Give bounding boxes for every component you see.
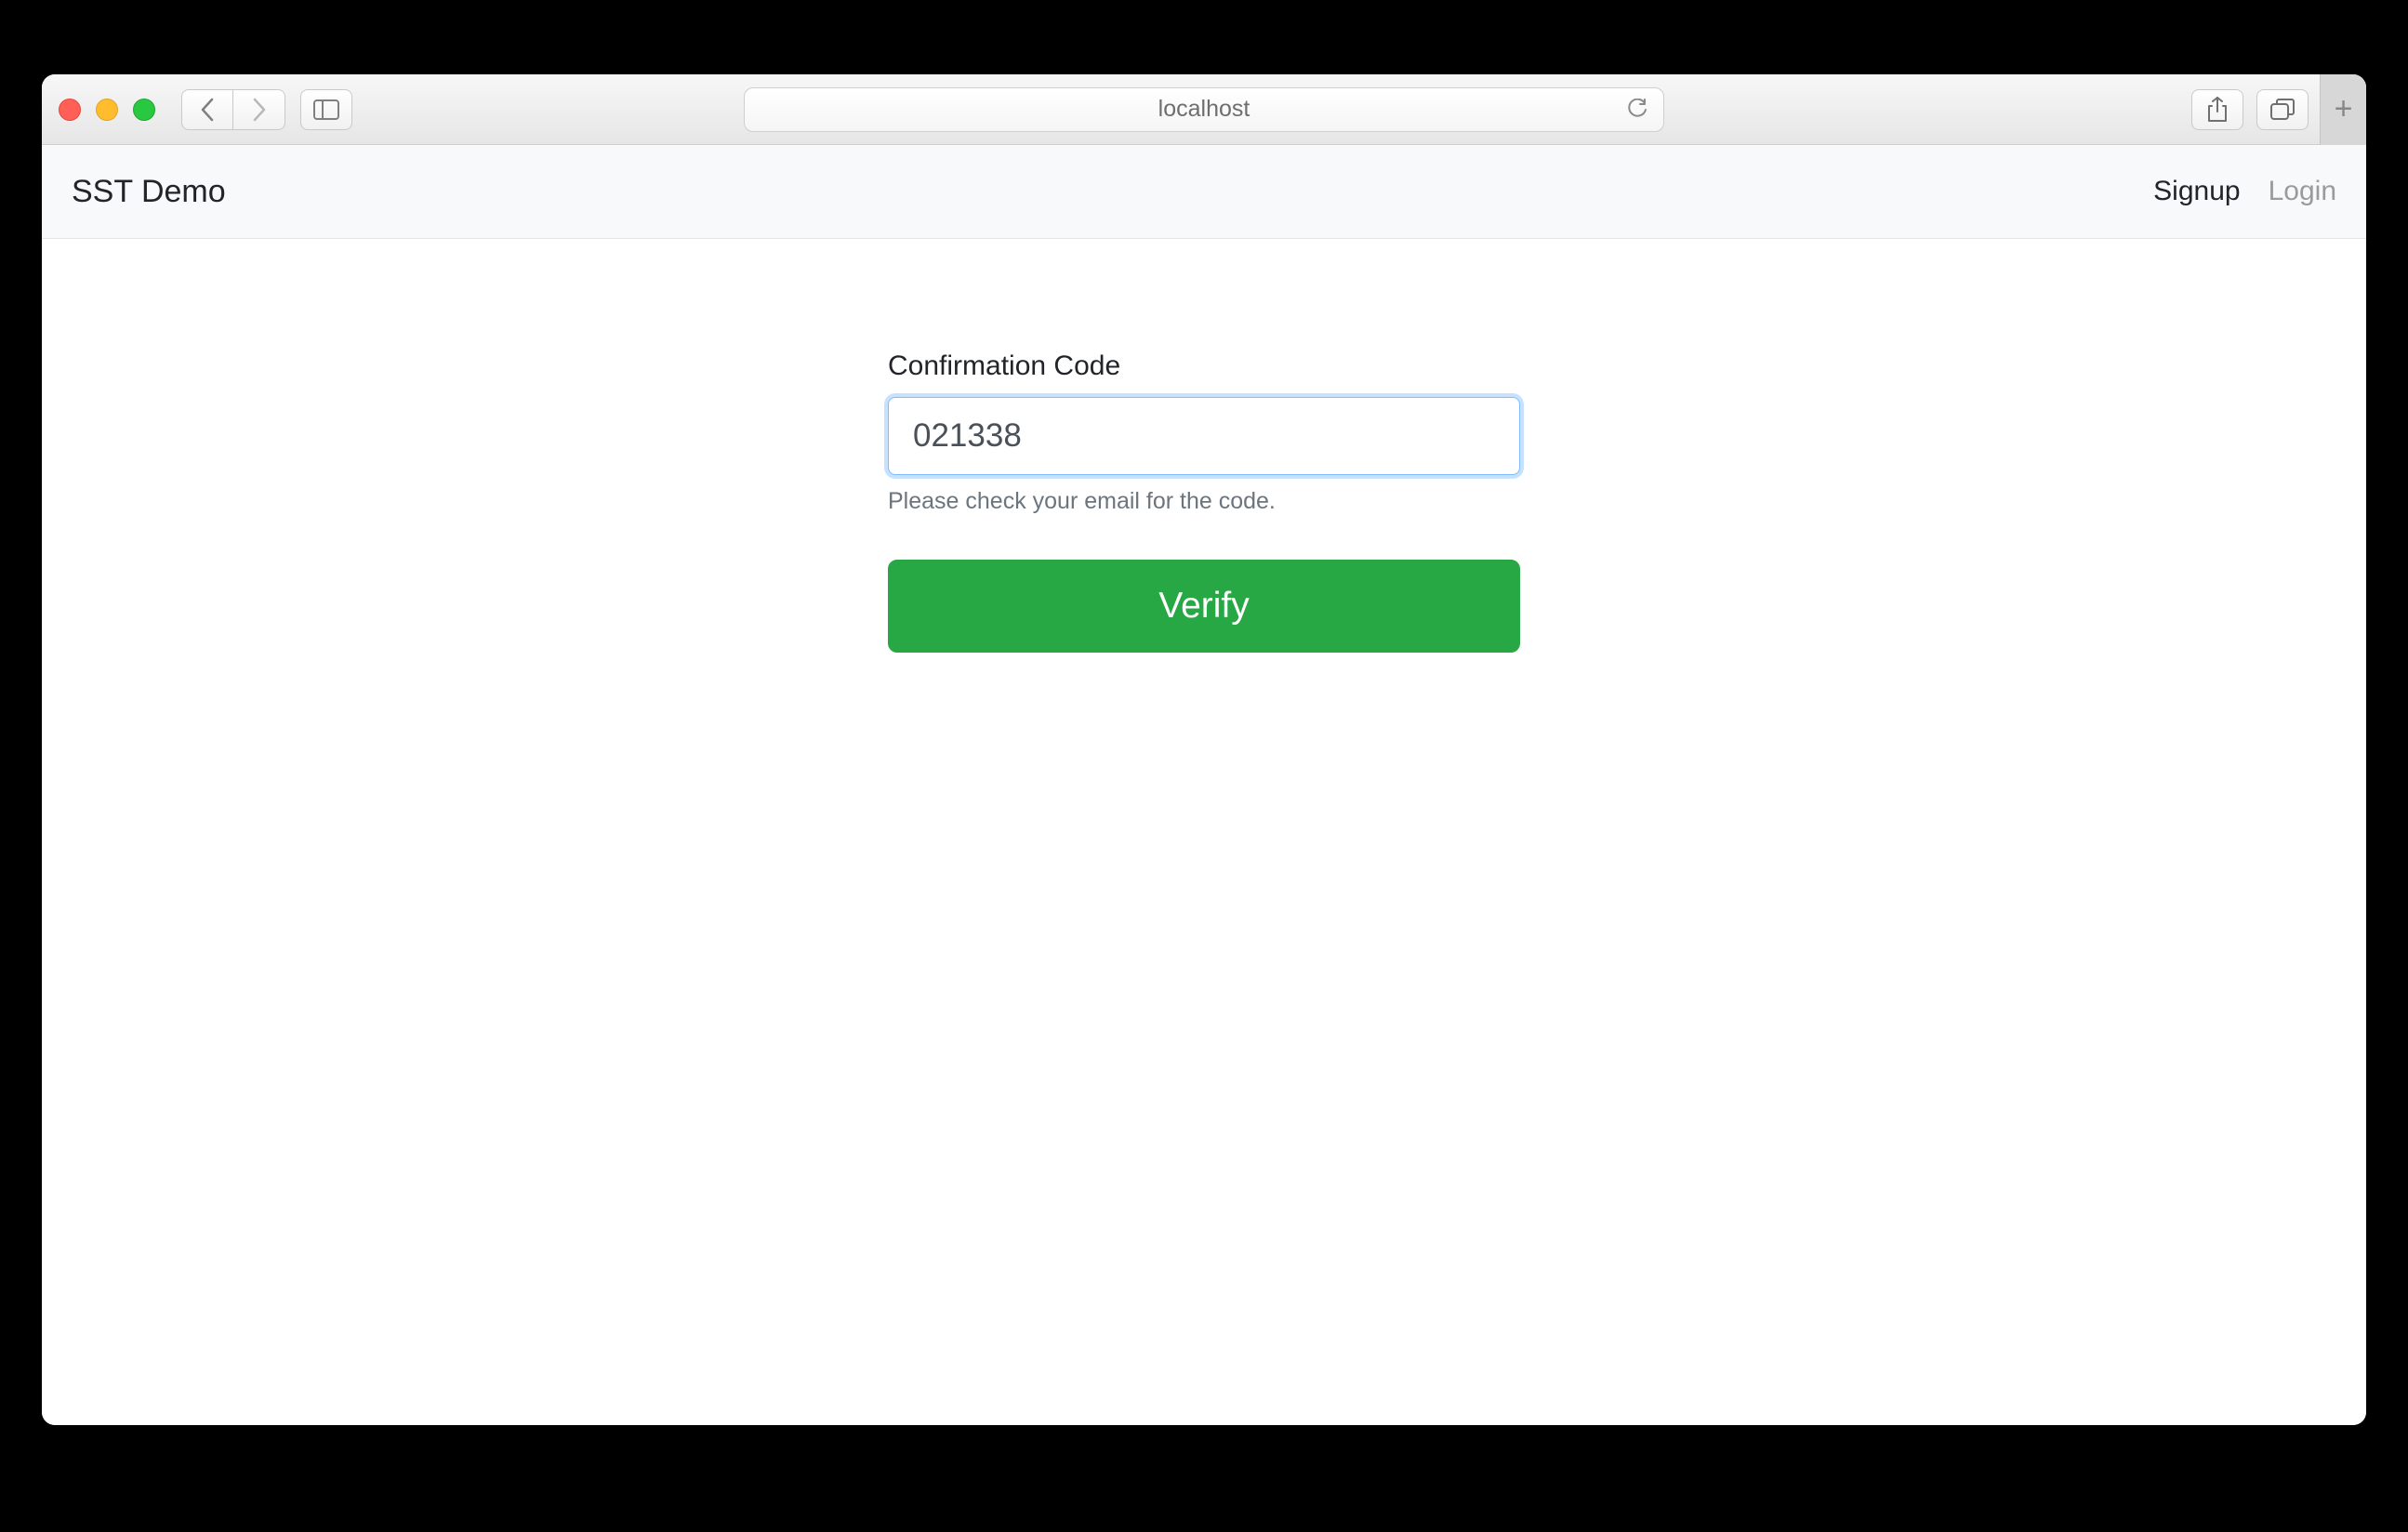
sidebar-toggle-button[interactable] xyxy=(300,89,352,130)
confirmation-code-label: Confirmation Code xyxy=(888,350,1520,382)
login-link[interactable]: Login xyxy=(2269,176,2336,207)
address-bar[interactable]: localhost xyxy=(744,87,1664,132)
reload-icon xyxy=(1626,99,1648,121)
nav-links: Signup Login xyxy=(2153,176,2336,207)
window-minimize-button[interactable] xyxy=(96,99,118,121)
back-button[interactable] xyxy=(181,89,233,130)
confirmation-code-input[interactable] xyxy=(888,397,1520,475)
share-button[interactable] xyxy=(2191,89,2243,130)
app-navbar: SST Demo Signup Login xyxy=(42,145,2366,239)
nav-button-group xyxy=(181,89,285,130)
tabs-icon xyxy=(2270,99,2295,121)
signup-link[interactable]: Signup xyxy=(2153,176,2240,207)
sidebar-icon xyxy=(313,99,339,120)
page-content: Confirmation Code Please check your emai… xyxy=(42,239,2366,1425)
new-tab-button[interactable]: + xyxy=(2320,74,2366,145)
traffic-lights xyxy=(59,99,155,121)
window-zoom-button[interactable] xyxy=(133,99,155,121)
reload-button[interactable] xyxy=(1626,99,1648,121)
plus-icon: + xyxy=(2335,91,2353,127)
chevron-left-icon xyxy=(199,98,216,122)
browser-chrome: localhost + xyxy=(42,74,2366,145)
confirmation-help-text: Please check your email for the code. xyxy=(888,488,1520,515)
share-icon xyxy=(2207,97,2228,123)
brand-link[interactable]: SST Demo xyxy=(72,174,226,210)
verify-button[interactable]: Verify xyxy=(888,560,1520,653)
browser-window: localhost + SST Demo Signup Login Confir… xyxy=(42,74,2366,1425)
window-close-button[interactable] xyxy=(59,99,81,121)
forward-button[interactable] xyxy=(233,89,285,130)
address-text: localhost xyxy=(1158,96,1250,123)
tabs-button[interactable] xyxy=(2256,89,2309,130)
browser-right-controls: + xyxy=(2178,74,2349,145)
confirmation-form: Confirmation Code Please check your emai… xyxy=(888,350,1520,1425)
chevron-right-icon xyxy=(251,98,268,122)
